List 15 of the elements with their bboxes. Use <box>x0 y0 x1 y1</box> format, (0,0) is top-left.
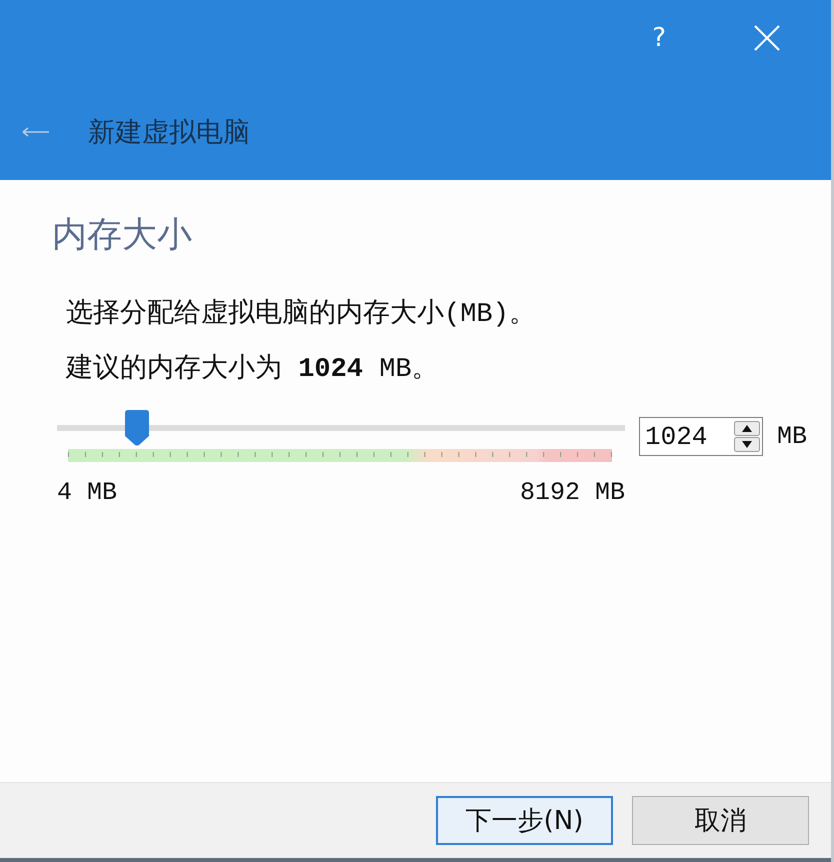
min-label: 4 MB <box>57 479 118 507</box>
help-button[interactable]: ? <box>648 23 670 53</box>
recommendation-text: 建议的内存大小为 1024 MB。 <box>66 354 439 386</box>
close-icon[interactable] <box>754 25 780 51</box>
next-button[interactable]: 下一步(N) <box>436 796 613 845</box>
spin-down-icon[interactable] <box>734 437 760 452</box>
cancel-button[interactable]: 取消 <box>632 796 809 845</box>
slider-thumb[interactable] <box>124 410 149 446</box>
window-title: 新建虚拟电脑 <box>88 116 250 150</box>
unit-label: MB <box>777 422 808 450</box>
back-arrow-icon[interactable] <box>22 127 50 137</box>
max-label: 8192 MB <box>520 479 625 507</box>
section-heading: 内存大小 <box>52 215 192 255</box>
description-text: 选择分配给虚拟电脑的内存大小(MB)。 <box>66 299 536 331</box>
spin-up-icon[interactable] <box>734 421 760 436</box>
